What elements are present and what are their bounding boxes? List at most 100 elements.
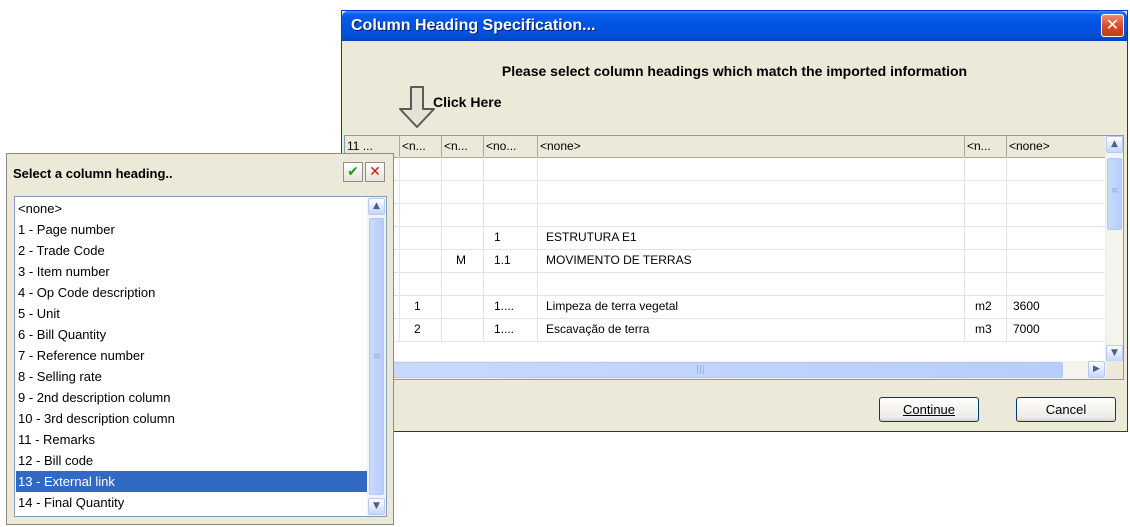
list-scroll-up-icon[interactable]: ▲ <box>368 198 385 215</box>
table-cell: 1.... <box>484 295 538 318</box>
table-cell <box>484 157 538 180</box>
list-item[interactable]: 1 - Page number <box>16 219 367 240</box>
list-item[interactable]: <none> <box>16 198 367 219</box>
column-heading-cell[interactable]: <n... <box>442 136 484 157</box>
list-item[interactable]: 2 - Trade Code <box>16 240 367 261</box>
table-cell <box>538 203 965 226</box>
list-item[interactable]: 9 - 2nd description column <box>16 387 367 408</box>
continue-label: Continue <box>902 402 956 417</box>
continue-button[interactable]: Continue <box>879 397 979 422</box>
scroll-right-icon[interactable]: ▶ <box>1088 361 1105 378</box>
table-cell <box>1007 272 1106 295</box>
table-cell <box>400 203 442 226</box>
popup-title: Select a column heading.. <box>13 166 173 181</box>
column-heading-cell[interactable]: <none> <box>538 136 965 157</box>
table-cell: 1.1 <box>484 249 538 272</box>
table-cell <box>538 180 965 203</box>
table-cell <box>1007 157 1106 180</box>
table-cell <box>965 157 1007 180</box>
table-cell <box>442 272 484 295</box>
table-cell: Escavação de terra <box>538 318 965 341</box>
instruction-text: Please select column headings which matc… <box>501 63 968 79</box>
list-item[interactable]: 11 - Remarks <box>16 429 367 450</box>
table-cell <box>484 272 538 295</box>
column-heading-cell[interactable]: <n... <box>965 136 1007 157</box>
list-item[interactable]: 13 - External link <box>16 471 367 492</box>
dialog-title-bar[interactable]: Column Heading Specification... ✕ <box>342 11 1127 41</box>
column-heading-cell[interactable]: <no... <box>484 136 538 157</box>
table-row[interactable]: M 1.1 MOVIMENTO DE TERRAS <box>345 249 1106 273</box>
list-item[interactable]: 14 - Final Quantity <box>16 492 367 513</box>
table-row[interactable] <box>345 272 1106 296</box>
table-cell <box>538 157 965 180</box>
table-row[interactable]: 1 ESTRUTURA E1 <box>345 226 1106 250</box>
column-heading-cell[interactable]: <none> <box>1007 136 1106 157</box>
table-cell <box>400 226 442 249</box>
table-cell: Limpeza de terra vegetal <box>538 295 965 318</box>
cancel-x-icon[interactable]: ✕ <box>365 162 385 182</box>
list-item[interactable]: 5 - Unit <box>16 303 367 324</box>
grid-vertical-scrollbar[interactable]: ▲ ≡ ▼ <box>1105 136 1123 362</box>
column-heading-list: <none> 1 - Page number 2 - Trade Code 3 - I… <box>14 196 387 517</box>
grid-hscroll-thumb[interactable]: ||| <box>347 362 1063 378</box>
table-cell <box>400 157 442 180</box>
list-item[interactable]: 10 - 3rd description column <box>16 408 367 429</box>
table-cell <box>400 249 442 272</box>
table-row[interactable]: 2 1.... Escavação de terra m3 7000 <box>345 318 1106 342</box>
list-item[interactable]: 6 - Bill Quantity <box>16 324 367 345</box>
table-row[interactable]: 1 1.... Limpeza de terra vegetal m2 3600 <box>345 295 1106 319</box>
table-cell <box>965 272 1007 295</box>
grid-body: 1 ESTRUTURA E1 M 1.1 MOVIMENTO DE TERRAS 1 1..… <box>345 157 1106 362</box>
table-cell: 1 <box>484 226 538 249</box>
list-item[interactable]: 3 - Item number <box>16 261 367 282</box>
table-cell: MOVIMENTO DE TERRAS <box>538 249 965 272</box>
table-cell: M <box>442 249 484 272</box>
dialog-title: Column Heading Specification... <box>351 17 596 34</box>
table-cell: 1.... <box>484 318 538 341</box>
table-row[interactable] <box>345 203 1106 227</box>
table-cell <box>1007 226 1106 249</box>
table-cell: 2 <box>400 318 442 341</box>
checkmark-icon[interactable]: ✔ <box>343 162 363 182</box>
scroll-down-icon[interactable]: ▼ <box>1106 345 1123 362</box>
table-cell <box>965 180 1007 203</box>
list-item[interactable]: 4 - Op Code description <box>16 282 367 303</box>
table-cell <box>442 295 484 318</box>
column-heading-popup: Select a column heading.. ✔ ✕ <none> 1 - … <box>6 153 394 525</box>
table-cell <box>442 318 484 341</box>
table-cell <box>1007 249 1106 272</box>
list-scroll-down-icon[interactable]: ▼ <box>368 498 385 515</box>
table-cell: 1 <box>400 295 442 318</box>
list-vscroll-thumb[interactable]: ≡ <box>369 218 384 495</box>
table-cell <box>1007 180 1106 203</box>
scroll-up-icon[interactable]: ▲ <box>1106 136 1123 153</box>
list-vertical-scrollbar[interactable]: ▲ ≡ ▼ <box>367 197 386 516</box>
close-icon[interactable]: ✕ <box>1101 14 1124 37</box>
table-cell <box>442 157 484 180</box>
grid-horizontal-scrollbar[interactable]: ||| ▶ <box>345 361 1106 379</box>
grid-header: 11 ... <n... <n... <no... <none> <n... <… <box>345 136 1106 158</box>
table-cell <box>484 203 538 226</box>
table-cell <box>965 203 1007 226</box>
table-cell: ESTRUTURA E1 <box>538 226 965 249</box>
table-cell <box>442 226 484 249</box>
list-item[interactable]: 7 - Reference number <box>16 345 367 366</box>
table-cell <box>442 203 484 226</box>
import-grid: 11 ... <n... <n... <no... <none> <n... <… <box>344 135 1124 380</box>
list-item[interactable]: 12 - Bill code <box>16 450 367 471</box>
cancel-button[interactable]: Cancel <box>1016 397 1116 422</box>
table-cell: m3 <box>965 318 1007 341</box>
table-row[interactable] <box>345 157 1106 181</box>
down-arrow-icon <box>399 86 435 128</box>
table-cell <box>538 272 965 295</box>
list-item[interactable]: 8 - Selling rate <box>16 366 367 387</box>
column-heading-cell[interactable]: <n... <box>400 136 442 157</box>
table-cell <box>1007 203 1106 226</box>
table-row[interactable] <box>345 180 1106 204</box>
table-cell <box>965 249 1007 272</box>
table-cell <box>484 180 538 203</box>
grid-vscroll-thumb[interactable]: ≡ <box>1107 158 1122 230</box>
column-heading-dialog: Column Heading Specification... ✕ Please… <box>341 10 1128 432</box>
click-here-label: Click Here <box>433 94 502 110</box>
table-cell <box>442 180 484 203</box>
